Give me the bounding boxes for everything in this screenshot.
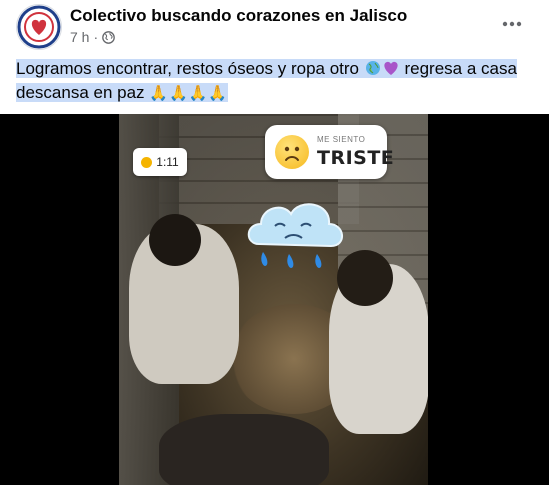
post-text-line-1: Logramos encontrar, restos óseos y ropa … (16, 59, 517, 78)
video-frame[interactable]: 1:11 ME SIENTO TRISTE (119, 114, 428, 485)
sticker-caption: ME SIENTO (317, 135, 366, 144)
post-header: Colectivo buscando corazones en Jalisco … (0, 0, 549, 56)
post-time[interactable]: 7 h (70, 29, 89, 45)
globe-emoji (365, 61, 380, 75)
globe-icon (102, 30, 115, 44)
person-left-head (149, 214, 201, 266)
crying-cloud-icon (247, 203, 343, 268)
post-text-start: Logramos encontrar, restos óseos y ropa … (16, 59, 360, 78)
feeling-sticker: ME SIENTO TRISTE (265, 125, 394, 179)
page-name-link[interactable]: Colectivo buscando corazones en Jalisco (70, 6, 407, 26)
purple-heart-emoji (384, 61, 398, 75)
person-foreground (159, 414, 329, 485)
post-text-line-2: descansa en paz 🙏🙏🙏🙏 (16, 83, 228, 102)
post-text-line2: descansa en paz (16, 83, 145, 102)
post-media[interactable]: 1:11 ME SIENTO TRISTE (0, 114, 549, 485)
clock-icon (141, 156, 153, 168)
post-meta: 7 h · (70, 29, 115, 45)
post-message: Logramos encontrar, restos óseos y ropa … (16, 57, 536, 106)
post-text-end: regresa a casa (404, 59, 517, 78)
more-options-icon[interactable] (494, 10, 530, 38)
praying-hands-emojis: 🙏🙏🙏🙏 (149, 85, 228, 102)
page-avatar[interactable] (16, 4, 62, 50)
timer-label: 1:11 (156, 155, 179, 169)
timer-sticker: 1:11 (133, 148, 187, 176)
sticker-feeling: TRISTE (317, 147, 395, 169)
meta-separator: · (93, 29, 99, 45)
sad-face-icon (275, 135, 309, 169)
